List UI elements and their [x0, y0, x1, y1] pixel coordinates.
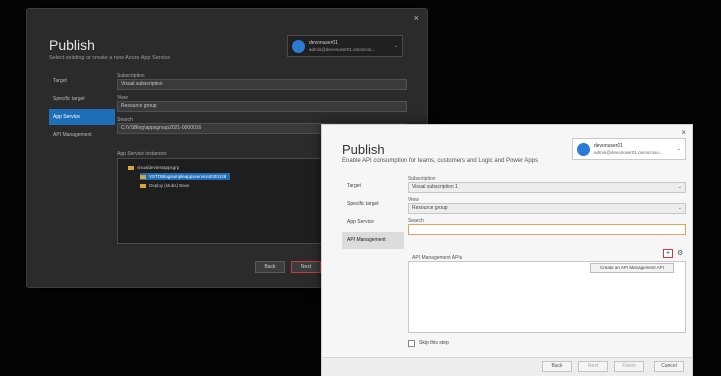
tree-item-selected[interactable]: VSTOBlogsampleappsservice2020128: [140, 173, 231, 180]
tree-group[interactable]: visualdevtestappsgrp: [128, 164, 179, 171]
tree-group-label: visualdevtestappsgrp: [137, 165, 180, 170]
cancel-button[interactable]: Cancel: [654, 361, 684, 372]
tree-item-label: Deploy (stubs) Base: [149, 183, 190, 188]
tree-item[interactable]: Deploy (stubs) Base: [140, 182, 190, 189]
chevron-down-icon: ⌄: [676, 146, 681, 152]
nav-item-api-management[interactable]: API Management: [342, 232, 404, 249]
dialog-subtitle: Select existing or create a new Azure Ap…: [49, 55, 171, 61]
dialog-subtitle: Enable API consumption for teams, custom…: [342, 158, 539, 164]
chevron-down-icon: ⌄: [677, 205, 682, 211]
search-input[interactable]: [408, 224, 686, 235]
light-publish-dialog: × Publish Enable API consumption for tea…: [321, 124, 693, 376]
dialog-title: Publish: [49, 37, 95, 53]
avatar: [292, 40, 305, 53]
next-button[interactable]: Next: [291, 261, 321, 273]
view-select[interactable]: Resource group: [117, 101, 407, 112]
skip-step-label: Skip this step: [419, 340, 449, 346]
next-button[interactable]: Next: [578, 361, 608, 372]
form-fields: Subscription Visual subscription 1 ⌄ Vie…: [408, 176, 686, 239]
account-name: devonuser01: [309, 40, 338, 46]
folder-icon: [140, 174, 146, 179]
view-select[interactable]: Resource group ⌄: [408, 203, 686, 214]
gear-icon[interactable]: ⚙: [677, 249, 685, 258]
account-selector[interactable]: devonuser01 admin@devonuser01.onmicros..…: [287, 35, 403, 57]
back-button[interactable]: Back: [255, 261, 285, 273]
finish-button[interactable]: Finish: [614, 361, 644, 372]
nav-item-target[interactable]: Target: [49, 73, 115, 89]
close-icon[interactable]: ×: [414, 13, 419, 23]
view-value: Resource group: [412, 205, 448, 211]
nav-item-app-service[interactable]: App Service: [49, 109, 115, 125]
tree-item-selected-label: VSTOBlogsampleappsservice2020128: [149, 174, 227, 179]
back-button[interactable]: Back: [542, 361, 572, 372]
wizard-nav: Target Specific target App Service API M…: [342, 178, 404, 250]
skip-step-checkbox[interactable]: [408, 340, 415, 347]
folder-icon: [140, 183, 146, 188]
account-email: admin@devonuser01.onmicroso...: [594, 150, 663, 155]
subscription-select[interactable]: Visual subscription 1 ⌄: [408, 182, 686, 193]
add-api-tooltip: Create an API Management API: [590, 263, 674, 273]
wizard-nav: Target Specific target App Service API M…: [49, 73, 115, 145]
subscription-value: Visual subscription 1: [412, 184, 458, 190]
folder-icon: [128, 165, 134, 170]
close-icon[interactable]: ×: [681, 128, 686, 137]
nav-item-specific-target[interactable]: Specific target: [342, 196, 404, 213]
dialog-title: Publish: [342, 142, 385, 157]
nav-item-api-management[interactable]: API Management: [49, 127, 115, 143]
nav-item-target[interactable]: Target: [342, 178, 404, 195]
avatar: [577, 143, 590, 156]
chevron-down-icon: ⌄: [677, 184, 682, 190]
add-api-button[interactable]: +: [663, 249, 673, 258]
account-email: admin@devonuser01.onmicros...: [309, 47, 376, 52]
nav-item-specific-target[interactable]: Specific target: [49, 91, 115, 107]
chevron-down-icon: ⌄: [393, 43, 398, 49]
account-name: devonuser01: [594, 143, 623, 149]
tree-label: App Service instances: [117, 151, 167, 157]
subscription-select[interactable]: Visual subscription: [117, 79, 407, 90]
nav-item-app-service[interactable]: App Service: [342, 214, 404, 231]
account-selector[interactable]: devonuser01 admin@devonuser01.onmicroso.…: [572, 138, 686, 160]
